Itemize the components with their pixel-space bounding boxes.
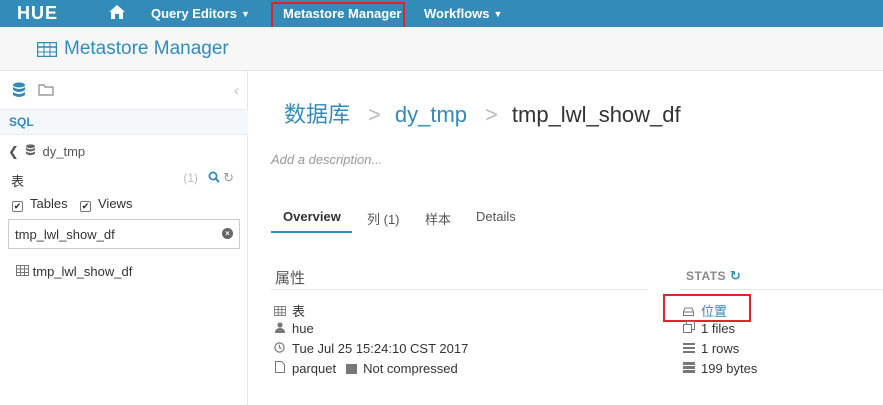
- page-header: Metastore Manager: [0, 27, 883, 71]
- list-item-label: tmp_lwl_show_df: [32, 264, 133, 279]
- stats-heading: STATS ↻: [686, 268, 741, 284]
- home-icon[interactable]: [108, 4, 126, 20]
- breadcrumb-database[interactable]: dy_tmp: [395, 102, 467, 127]
- stats-heading-label: STATS: [686, 269, 727, 283]
- property-type-value: 表: [292, 304, 306, 319]
- property-owner: hue: [273, 321, 314, 336]
- active-tab-indicator: [271, 231, 352, 233]
- page-title: Metastore Manager: [64, 38, 229, 59]
- property-type: 表: [273, 301, 305, 320]
- query-editors-menu[interactable]: Query Editors ▼: [151, 6, 250, 21]
- property-created-value: Tue Jul 25 15:24:10 CST 2017: [292, 341, 469, 356]
- left-panel: ‹ SQL ❮ dy_tmp 表 (1) ↻ ✔Tables ✔Views × …: [0, 71, 248, 405]
- stat-bytes: 199 bytes: [682, 361, 757, 376]
- stat-rows: 1 rows: [682, 341, 739, 356]
- files-icon: [682, 321, 695, 336]
- collapse-icon[interactable]: ‹: [234, 82, 239, 98]
- properties-heading: 属性: [275, 270, 306, 287]
- stat-files: 1 files: [682, 321, 735, 336]
- table-filter: ×: [8, 219, 240, 249]
- tab-bar: Overview 列 (1) 样本 Details: [271, 200, 883, 234]
- list-item[interactable]: tmp_lwl_show_df: [16, 264, 132, 279]
- table-filter-input[interactable]: [15, 225, 215, 243]
- storage-icon: [682, 362, 695, 376]
- user-icon: [273, 322, 286, 336]
- database-breadcrumb[interactable]: ❮ dy_tmp: [8, 144, 85, 160]
- table-count: (1): [183, 171, 198, 185]
- property-compression-value: Not compressed: [363, 361, 458, 376]
- highlight-box: [271, 2, 405, 29]
- tables-checkbox-label: Tables: [30, 196, 68, 211]
- folder-icon[interactable]: [38, 83, 54, 99]
- property-format: parquet Not compressed: [273, 361, 458, 376]
- breadcrumb-separator: >: [485, 102, 498, 127]
- divider: [271, 289, 648, 290]
- sql-label: SQL: [9, 115, 34, 129]
- tables-label: 表: [11, 174, 25, 189]
- property-owner-value: hue: [292, 321, 314, 336]
- database-icon[interactable]: [12, 82, 26, 101]
- description-field[interactable]: Add a description...: [271, 152, 382, 167]
- sql-section[interactable]: SQL: [0, 109, 248, 135]
- tab-sample[interactable]: 样本: [425, 209, 451, 228]
- views-checkbox-label: Views: [98, 196, 133, 211]
- top-navbar: HUE Query Editors ▼ Metastore Manager Wor…: [0, 0, 883, 27]
- property-created: Tue Jul 25 15:24:10 CST 2017: [273, 341, 468, 356]
- database-small-icon: [25, 144, 36, 159]
- checkbox-checked-icon[interactable]: ✔: [80, 201, 91, 212]
- tab-columns[interactable]: 列 (1): [367, 209, 400, 228]
- workflows-label: Workflows: [424, 6, 490, 21]
- refresh-icon[interactable]: ↻: [730, 268, 741, 283]
- bytes-value: 199 bytes: [701, 361, 758, 376]
- hue-logo[interactable]: HUE: [17, 3, 58, 24]
- files-value: 1 files: [701, 321, 735, 336]
- clock-icon: [273, 342, 286, 356]
- table-icon: [273, 305, 286, 319]
- file-icon: [273, 361, 286, 376]
- refresh-icon[interactable]: ↻: [223, 170, 234, 186]
- divider: [680, 289, 883, 290]
- breadcrumb-table: tmp_lwl_show_df: [511, 102, 681, 127]
- workflows-menu[interactable]: Workflows ▼: [424, 6, 502, 21]
- table-icon: [36, 41, 58, 62]
- back-icon[interactable]: ❮: [8, 144, 19, 159]
- database-name: dy_tmp: [42, 144, 86, 159]
- views-checkbox[interactable]: ✔ Views: [80, 196, 132, 212]
- list-icon: [682, 342, 695, 356]
- checkbox-checked-icon[interactable]: ✔: [12, 201, 23, 212]
- breadcrumb-root[interactable]: 数据库: [284, 102, 350, 127]
- archive-icon: [346, 364, 358, 374]
- breadcrumb-separator: >: [368, 102, 381, 127]
- search-icon[interactable]: [208, 171, 220, 186]
- query-editors-label: Query Editors: [151, 6, 237, 21]
- chevron-down-icon: ▼: [493, 9, 503, 19]
- table-icon: [16, 264, 29, 279]
- property-format-value: parquet: [292, 361, 337, 376]
- highlight-box: [663, 294, 751, 322]
- tab-overview[interactable]: Overview: [283, 209, 341, 224]
- tables-header: 表 (1) ↻: [11, 170, 236, 190]
- tab-details[interactable]: Details: [476, 209, 516, 224]
- source-bar: ‹: [0, 71, 248, 109]
- clear-icon[interactable]: ×: [222, 228, 233, 239]
- tables-checkbox[interactable]: ✔ Tables: [12, 196, 68, 212]
- breadcrumb: 数据库 > dy_tmp > tmp_lwl_show_df: [284, 97, 681, 129]
- rows-value: 1 rows: [701, 341, 740, 356]
- chevron-down-icon: ▼: [240, 9, 250, 19]
